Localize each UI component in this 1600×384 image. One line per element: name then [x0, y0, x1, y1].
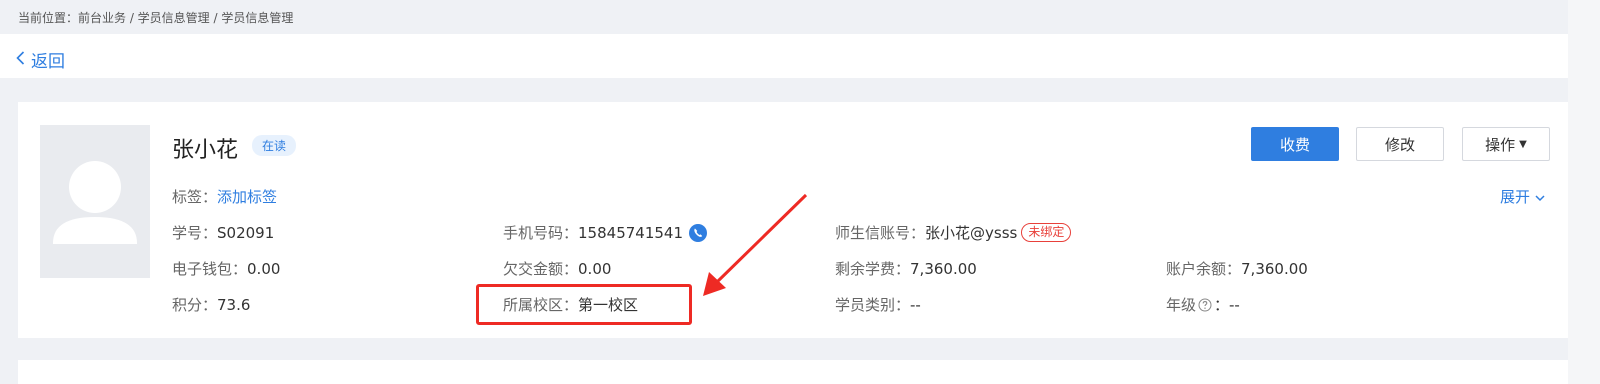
- annotation-arrow-icon: [703, 193, 808, 296]
